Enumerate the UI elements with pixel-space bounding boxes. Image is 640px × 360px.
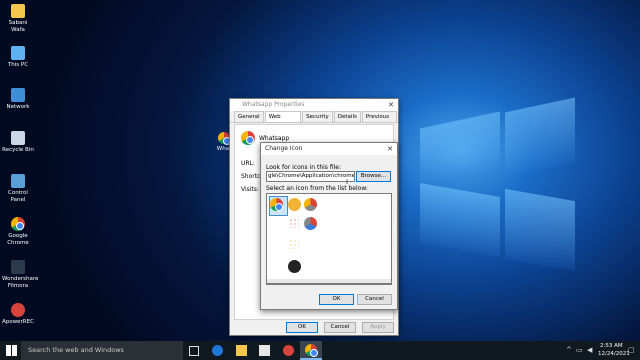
folder-icon	[11, 4, 25, 18]
wallpaper-beam	[505, 188, 575, 272]
desktop-icon-user-folder[interactable]: Sabani Wafa	[2, 4, 34, 33]
ok-button[interactable]: OK	[319, 294, 354, 305]
properties-tabs: General Web Document Security Details Pr…	[230, 111, 398, 130]
apowerrec-icon[interactable]	[283, 345, 294, 356]
change-icon-dialog: Change Icon ✕ Look for icons in this fil…	[260, 142, 398, 310]
file-explorer-icon[interactable]	[236, 345, 247, 356]
tab-previous-versions[interactable]: Previous Versions	[361, 111, 397, 130]
chrome-icon	[241, 131, 255, 145]
incognito-icon[interactable]	[288, 260, 301, 273]
desktop-icon-control-panel[interactable]: Control Panel	[2, 174, 34, 203]
computer-icon	[11, 46, 25, 60]
apowerrec-icon	[11, 303, 25, 317]
chrome-icon	[305, 344, 318, 357]
desktop-icon-recycle-bin[interactable]: Recycle Bin	[2, 131, 34, 154]
apps-grid-icon[interactable]	[289, 218, 299, 228]
chrome-icon[interactable]	[270, 198, 283, 211]
tab-security[interactable]: Security	[302, 111, 333, 122]
desktop-icon-label: Recycle Bin	[2, 147, 34, 153]
look-for-label: Look for icons in this file:	[266, 164, 341, 171]
desktop-icon-filmora[interactable]: Wondershare Filmora	[2, 260, 38, 289]
wallpaper-beam	[420, 111, 500, 189]
browse-button[interactable]: Browse...	[356, 171, 391, 182]
url-label: URL:	[241, 160, 255, 167]
network-icon[interactable]: ▭	[576, 346, 583, 354]
filmora-icon	[11, 260, 25, 274]
network-icon	[11, 88, 25, 102]
search-box[interactable]: Search the web and Windows	[21, 341, 183, 360]
desktop-icon-label: This PC	[7, 62, 29, 68]
tab-general[interactable]: General	[234, 111, 264, 122]
icon-file-path-input[interactable]: gle\Chrome\Application\chrome.exe	[266, 171, 355, 182]
clock-date[interactable]: 12/24/2021	[598, 351, 630, 357]
apply-button[interactable]: Apply	[362, 322, 394, 333]
volume-icon[interactable]: ◀	[587, 346, 592, 354]
chrome-canary-icon[interactable]	[288, 198, 301, 211]
app-name: Whatsapp	[259, 135, 290, 142]
tab-details[interactable]: Details	[333, 111, 361, 122]
task-view-icon[interactable]	[189, 346, 199, 356]
desktop-icon-google-chrome[interactable]: Google Chrome	[2, 217, 34, 246]
desktop-icon-network[interactable]: Network	[2, 88, 34, 111]
desktop-icon-this-pc[interactable]: This PC	[2, 46, 34, 69]
chevron-up-icon[interactable]: ^	[566, 346, 572, 354]
taskbar-chrome-active[interactable]	[300, 341, 322, 360]
close-icon[interactable]: ✕	[388, 99, 394, 111]
start-button[interactable]	[6, 345, 17, 356]
chrome-icon	[11, 217, 25, 231]
taskbar: Search the web and Windows ^ ▭ ◀ 2:53 AM…	[0, 341, 640, 360]
clock-time[interactable]: 2:53 AM	[600, 343, 623, 349]
edge-icon[interactable]	[212, 345, 223, 356]
dialog-title: Change Icon	[265, 145, 303, 152]
icon-list-scrollbar[interactable]	[266, 279, 392, 284]
cancel-button[interactable]: Cancel	[324, 322, 356, 333]
dialog-title: Whatsapp Properties	[242, 101, 305, 108]
wallpaper-beam	[505, 97, 575, 178]
desktop-icon-label: Wondershare Filmora	[2, 276, 39, 289]
cancel-button[interactable]: Cancel	[357, 294, 392, 305]
select-icon-label: Select an icon from the list below:	[266, 185, 368, 192]
desktop-icon-label: ApowerREC	[2, 319, 34, 325]
wallpaper-beam	[420, 182, 500, 258]
ok-button[interactable]: OK	[286, 322, 318, 333]
notification-icon[interactable]: ▢	[628, 346, 635, 354]
desktop-icon-label: Sabani Wafa	[8, 20, 28, 33]
search-input[interactable]: Search the web and Windows	[28, 346, 124, 354]
properties-titlebar: Whatsapp Properties ✕	[230, 99, 398, 111]
desktop-icon-label: Network	[6, 104, 30, 110]
chrome-beta-icon[interactable]	[304, 198, 317, 211]
visits-label: Visits:	[241, 186, 259, 193]
desktop-icon-apowerrec[interactable]: ApowerREC	[2, 303, 34, 326]
chrome-dev-icon[interactable]	[304, 217, 317, 230]
change-icon-titlebar: Change Icon ✕	[261, 143, 397, 155]
store-icon[interactable]	[259, 345, 270, 356]
recycle-bin-icon	[11, 131, 25, 145]
close-icon[interactable]: ✕	[387, 143, 393, 155]
desktop-icon-label: Control Panel	[8, 190, 28, 203]
desktop-icon-label: Google Chrome	[7, 233, 29, 246]
control-panel-icon	[11, 174, 25, 188]
apps-grid-icon[interactable]	[289, 239, 299, 249]
icon-list[interactable]	[266, 193, 392, 285]
tab-web-document[interactable]: Web Document	[264, 111, 302, 130]
